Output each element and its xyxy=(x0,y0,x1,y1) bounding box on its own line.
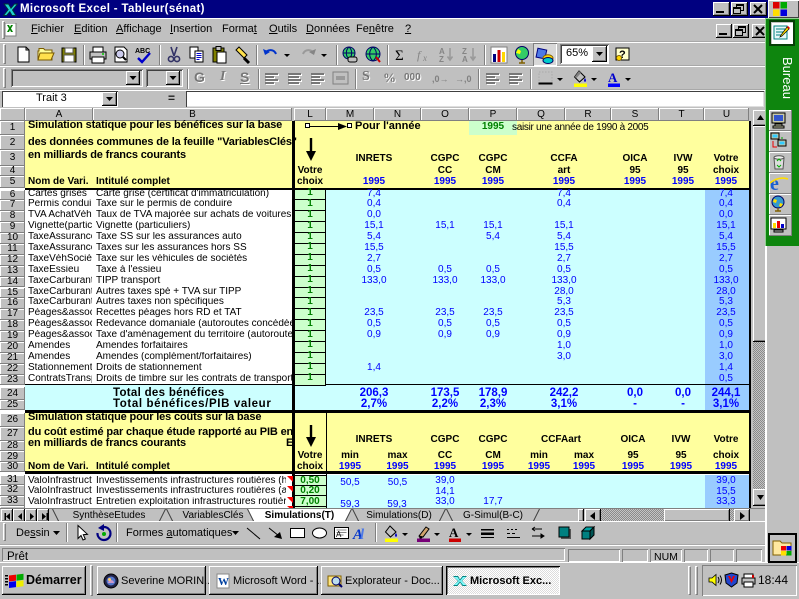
svg-text:f: f xyxy=(417,48,422,62)
svg-text:Σ: Σ xyxy=(395,48,404,64)
svg-text:A: A xyxy=(608,70,618,85)
svg-text:A: A xyxy=(462,55,468,64)
svg-text:A: A xyxy=(449,525,459,540)
svg-text:A: A xyxy=(336,530,342,539)
svg-text:Z: Z xyxy=(439,55,444,64)
svg-text:→,0: →,0 xyxy=(455,74,472,84)
svg-text:W: W xyxy=(218,576,229,588)
svg-text:,0→: ,0→ xyxy=(432,74,449,84)
svg-text:x: x xyxy=(422,53,427,63)
svg-text:l: l xyxy=(360,527,365,543)
svg-text:e: e xyxy=(770,173,779,193)
